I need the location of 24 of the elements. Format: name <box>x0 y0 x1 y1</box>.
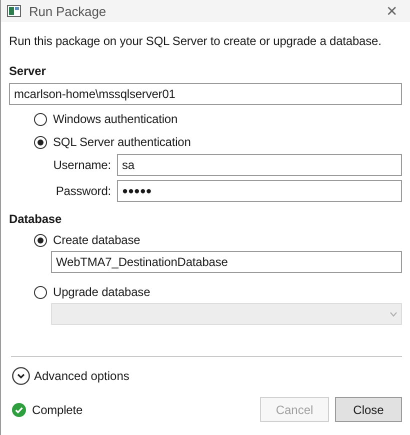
app-icon <box>7 5 21 17</box>
field-label: Username: <box>52 158 112 172</box>
status-text: Complete <box>32 402 84 416</box>
radio-button[interactable] <box>34 234 47 246</box>
password-field[interactable]: ●●●●● <box>117 180 402 202</box>
radio-label: SQL Server authentication <box>53 135 191 149</box>
radio-label: Upgrade database <box>53 285 150 299</box>
section-heading: Server <box>9 64 47 78</box>
chevron-down-icon <box>390 312 397 316</box>
advanced-options-toggle[interactable]: Advanced options <box>12 367 130 385</box>
radio-button[interactable] <box>34 112 47 126</box>
close-button[interactable]: ✕ <box>386 3 404 19</box>
radio-button[interactable] <box>34 136 47 148</box>
radio-label: Windows authentication <box>53 112 178 126</box>
radio-label: Create database <box>53 233 140 247</box>
window-title: Run Package <box>29 4 107 18</box>
field-label: Password: <box>54 184 112 198</box>
database-name-field[interactable]: WebTMA7_DestinationDatabase <box>51 251 402 273</box>
chevron-circle-icon <box>12 367 30 385</box>
server-field[interactable]: mcarlson-home\mssqlserver01 <box>9 83 402 105</box>
close-button[interactable]: Close <box>335 397 402 422</box>
section-heading: Database <box>9 212 63 226</box>
description-text: Run this package on your SQL Server to create or upgrade a database. <box>9 34 382 48</box>
username-field[interactable]: sa <box>117 154 402 176</box>
